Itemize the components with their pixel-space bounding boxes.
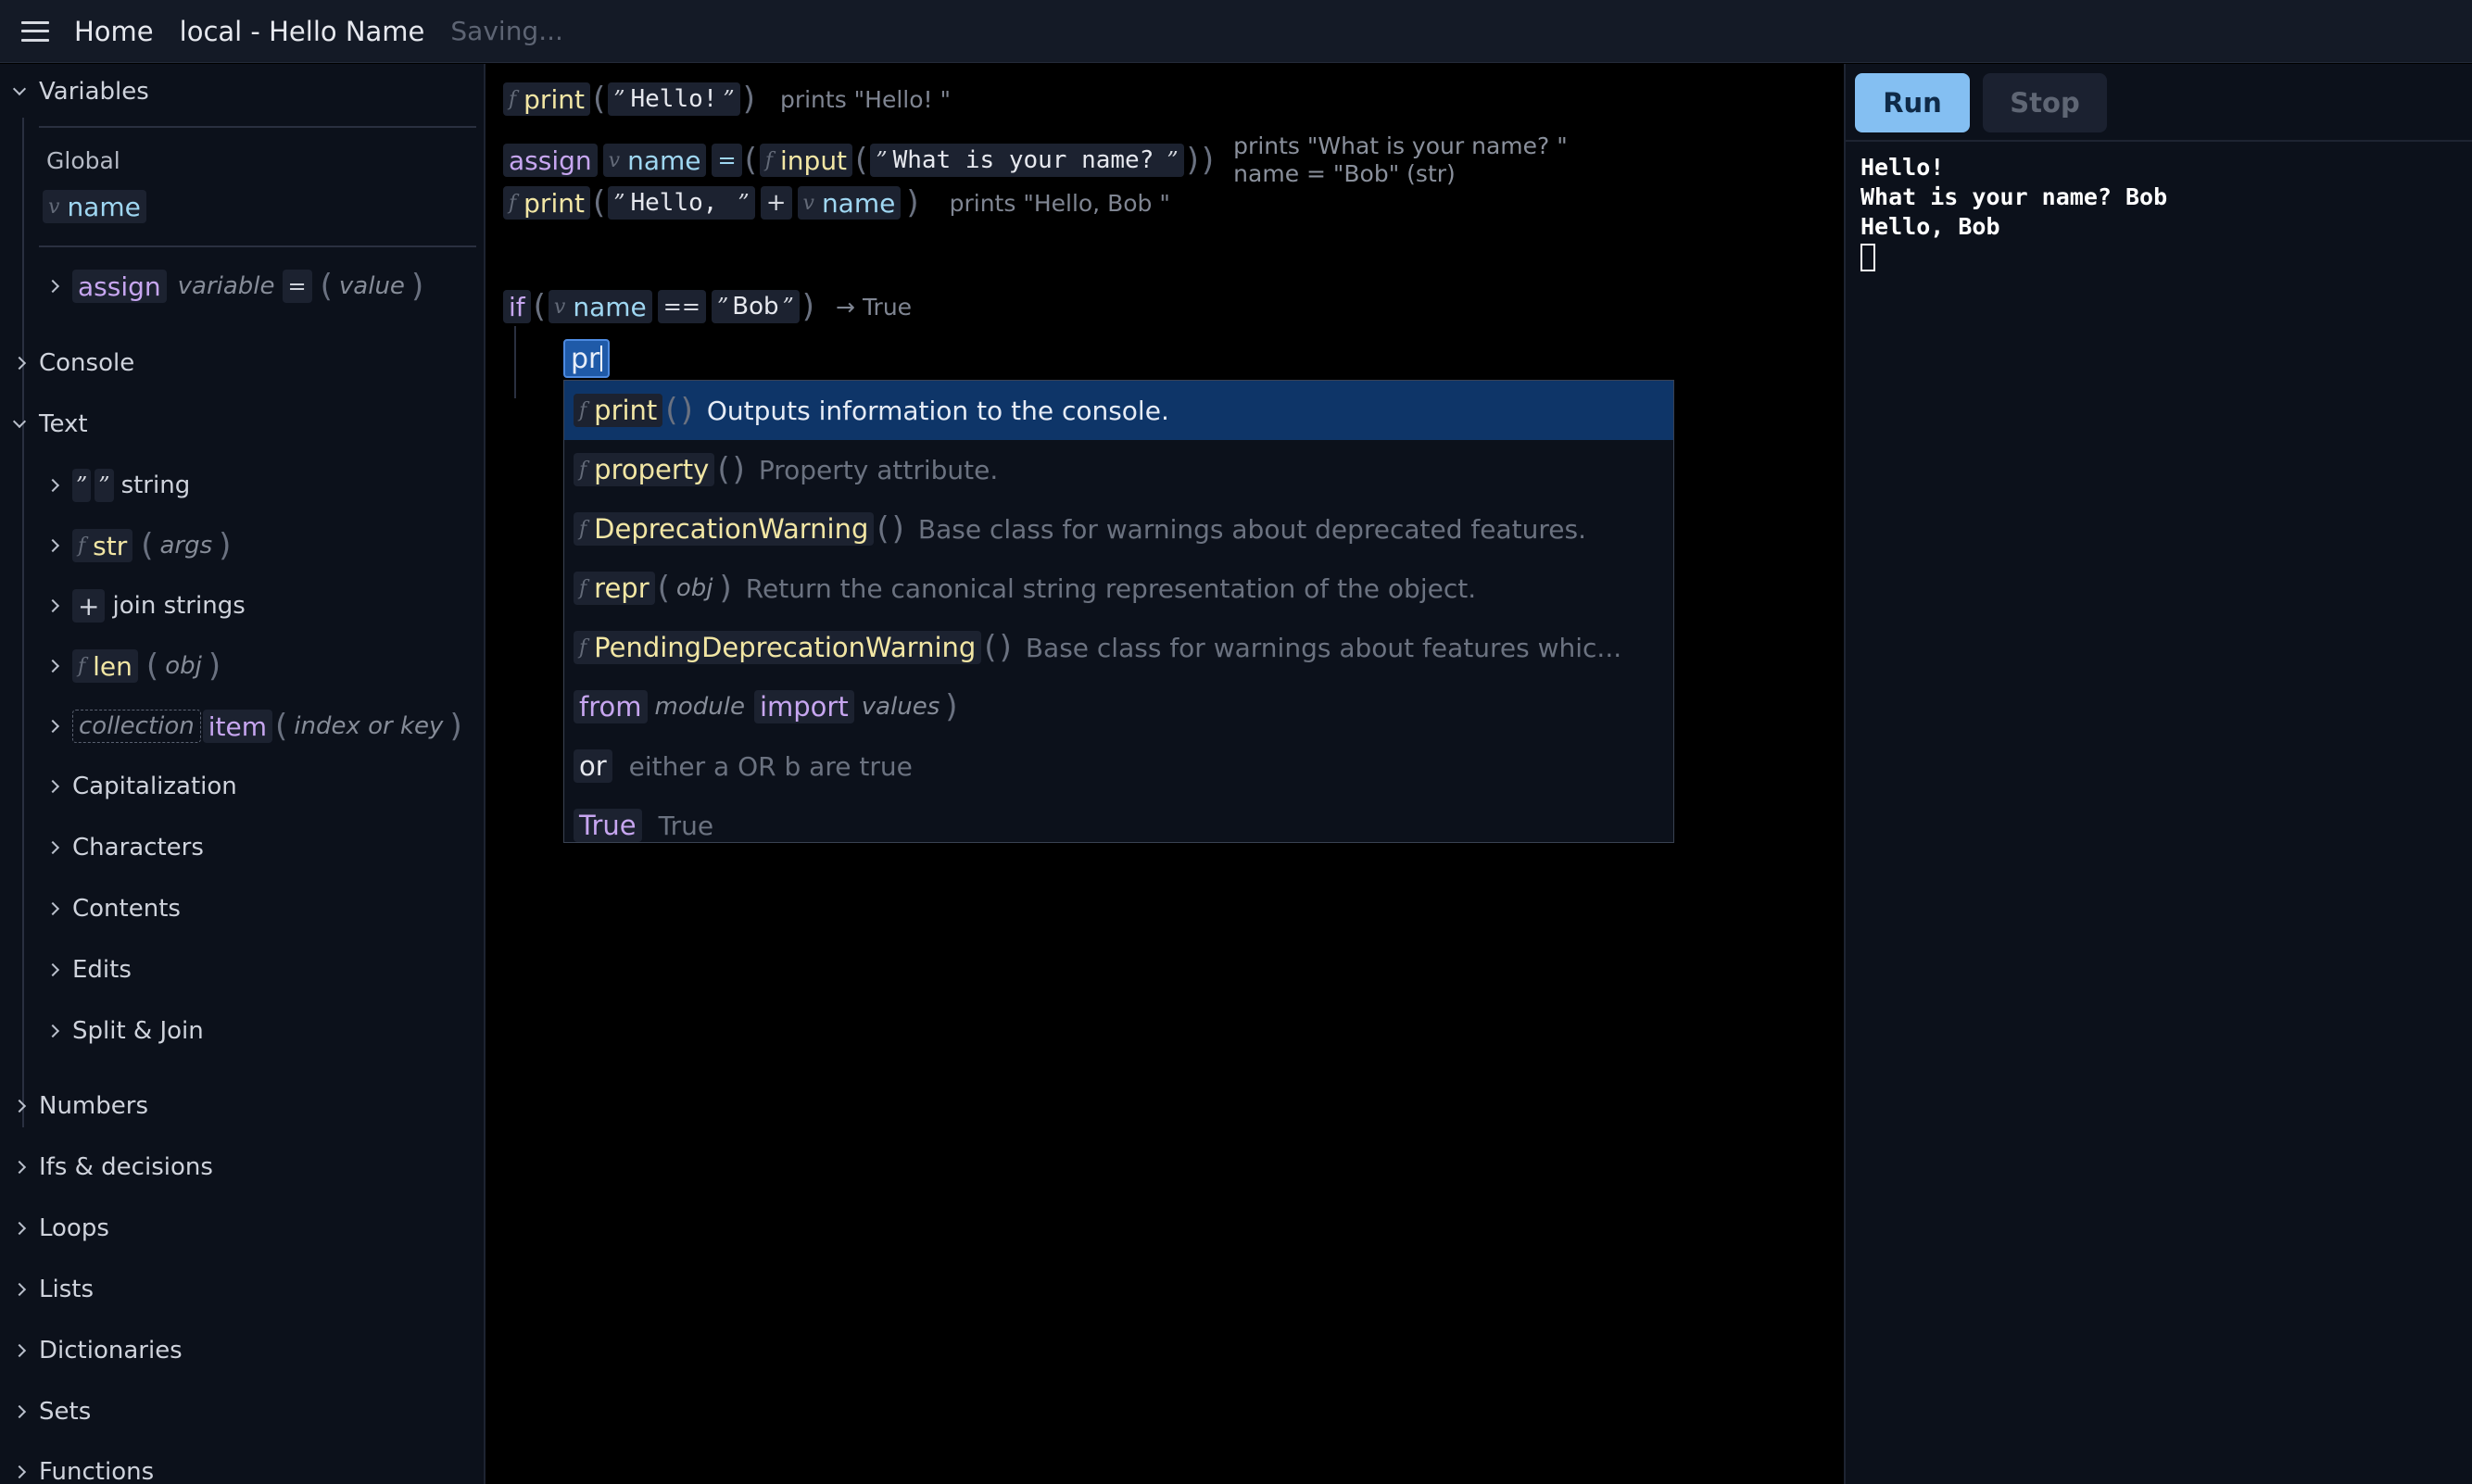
autocomplete-dropdown: f print () Outputs information to the co… <box>563 380 1674 843</box>
string-literal[interactable]: ” Bob ” <box>711 290 800 323</box>
chevron-right-icon <box>45 962 60 977</box>
assign-snippet[interactable]: assign variable = ( value ) <box>45 268 426 305</box>
chevron-right-icon <box>45 598 60 613</box>
divider <box>39 245 476 247</box>
chevron-right-icon <box>12 1160 27 1175</box>
join-strings-snippet[interactable]: + join strings <box>45 587 246 624</box>
string-snippet[interactable]: ” ” string <box>45 467 190 504</box>
category-console[interactable]: Console <box>12 345 134 382</box>
category-functions[interactable]: Functions <box>12 1453 154 1484</box>
assign-block[interactable]: assign <box>503 144 598 177</box>
text-caret <box>600 346 603 371</box>
chevron-right-icon <box>45 719 60 734</box>
chevron-right-icon <box>12 356 27 371</box>
category-sets[interactable]: Sets <box>12 1393 91 1430</box>
subcategory-split-join[interactable]: Split & Join <box>45 1012 204 1050</box>
divider <box>1846 140 2472 142</box>
category-loops[interactable]: Loops <box>12 1210 109 1247</box>
plus-operator[interactable]: + <box>760 186 792 220</box>
suggestion-property[interactable]: f property () Property attribute. <box>564 440 1673 499</box>
project-title[interactable]: local - Hello Name <box>180 16 425 47</box>
suggestion-pendingdeprecationwarning[interactable]: f PendingDeprecationWarning () Base clas… <box>564 618 1673 677</box>
if-block[interactable]: if <box>503 290 531 323</box>
hamburger-icon[interactable] <box>19 18 52 45</box>
subcategory-capitalization[interactable]: Capitalization <box>45 768 237 805</box>
chevron-right-icon <box>45 478 60 493</box>
code-line-3[interactable]: f print ( ” Hello, ” + v name ) prints "… <box>503 184 1170 221</box>
category-label: Variables <box>39 78 149 106</box>
category-dictionaries[interactable]: Dictionaries <box>12 1332 183 1369</box>
category-variables[interactable]: Variables <box>12 73 149 110</box>
console-line: What is your name? Bob <box>1860 183 2168 210</box>
string-literal[interactable]: ” Hello, ” <box>608 186 755 220</box>
subcategory-characters[interactable]: Characters <box>45 829 204 866</box>
sidebar: Variables Global v name assign variable … <box>0 64 486 1484</box>
subcategory-contents[interactable]: Contents <box>45 890 181 927</box>
suggestion-from-import[interactable]: from module import values ) <box>564 677 1673 736</box>
chevron-right-icon <box>45 279 60 294</box>
equals-operator[interactable]: == <box>657 290 706 323</box>
home-link[interactable]: Home <box>74 16 154 47</box>
stop-button[interactable]: Stop <box>1983 73 2107 132</box>
chevron-down-icon <box>12 414 27 429</box>
save-status: Saving... <box>450 16 563 46</box>
item-snippet[interactable]: collection item ( index or key ) <box>45 708 465 745</box>
chevron-down-icon <box>12 82 27 96</box>
subcategory-edits[interactable]: Edits <box>45 951 132 988</box>
chevron-right-icon <box>12 1465 27 1479</box>
tree-guide <box>22 451 24 1127</box>
string-literal[interactable]: ” What is your name? ” <box>870 144 1184 177</box>
category-lists[interactable]: Lists <box>12 1271 94 1308</box>
chevron-right-icon <box>45 659 60 673</box>
len-snippet[interactable]: f len ( obj ) <box>45 648 223 685</box>
string-literal[interactable]: ” Hello! ” <box>608 82 740 116</box>
suggestion-or[interactable]: or either a OR b are true <box>564 736 1673 796</box>
variable-block[interactable]: v name <box>797 186 902 220</box>
chevron-right-icon <box>12 1282 27 1297</box>
console-line: Hello, Bob <box>1860 213 2000 240</box>
category-text[interactable]: Text <box>12 406 88 443</box>
suggestion-true[interactable]: True True <box>564 796 1673 842</box>
suggestion-print[interactable]: f print () Outputs information to the co… <box>564 381 1673 440</box>
chevron-right-icon <box>12 1404 27 1419</box>
print-call-block[interactable]: f print <box>503 186 590 220</box>
chevron-right-icon <box>45 779 60 794</box>
line-result: → True <box>836 293 913 321</box>
chevron-right-icon <box>45 901 60 916</box>
code-line-if[interactable]: if ( v name == ” Bob ” ) → True <box>503 288 912 325</box>
category-ifs-decisions[interactable]: Ifs & decisions <box>12 1149 213 1186</box>
code-line-1[interactable]: f print ( ” Hello! ” ) prints "Hello! " <box>503 81 951 118</box>
print-call-block[interactable]: f print <box>503 82 590 116</box>
console-output[interactable]: Hello! What is your name? Bob Hello, Bob <box>1860 153 2453 279</box>
str-snippet[interactable]: f str ( args ) <box>45 527 233 564</box>
global-var-name[interactable]: v name <box>43 188 152 225</box>
global-scope-label: Global <box>46 146 120 174</box>
run-button[interactable]: Run <box>1855 73 1970 132</box>
console-cursor <box>1860 244 1875 271</box>
suggestion-repr[interactable]: f repr ( obj ) Return the canonical stri… <box>564 559 1673 618</box>
variable-block[interactable]: v name <box>548 290 652 323</box>
chevron-right-icon <box>12 1343 27 1358</box>
top-bar: Home local - Hello Name Saving... <box>0 0 2472 63</box>
run-panel: Run Stop Hello! What is your name? Bob H… <box>1844 64 2472 1484</box>
variable-block[interactable]: v name <box>43 190 146 223</box>
variable-block[interactable]: v name <box>602 144 707 177</box>
chevron-right-icon <box>12 1221 27 1236</box>
line-result: prints "Hello! " <box>779 85 952 113</box>
typing-input[interactable]: pr <box>563 339 611 378</box>
input-call-block[interactable]: f input <box>759 144 853 177</box>
chevron-right-icon <box>45 1024 60 1038</box>
category-numbers[interactable]: Numbers <box>12 1088 148 1125</box>
chevron-right-icon <box>45 538 60 553</box>
chevron-right-icon <box>12 1099 27 1113</box>
line-result: prints "What is your name? " name = "Bob… <box>1233 132 1568 187</box>
if-body-guide <box>514 326 516 398</box>
console-line: Hello! <box>1860 154 1945 181</box>
suggestion-deprecationwarning[interactable]: f DeprecationWarning () Base class for w… <box>564 499 1673 559</box>
line-result: prints "Hello, Bob " <box>949 189 1170 217</box>
code-line-2[interactable]: assign v name = ( f input ( ” What is yo… <box>503 132 1568 188</box>
chevron-right-icon <box>45 840 60 855</box>
divider <box>39 126 476 128</box>
